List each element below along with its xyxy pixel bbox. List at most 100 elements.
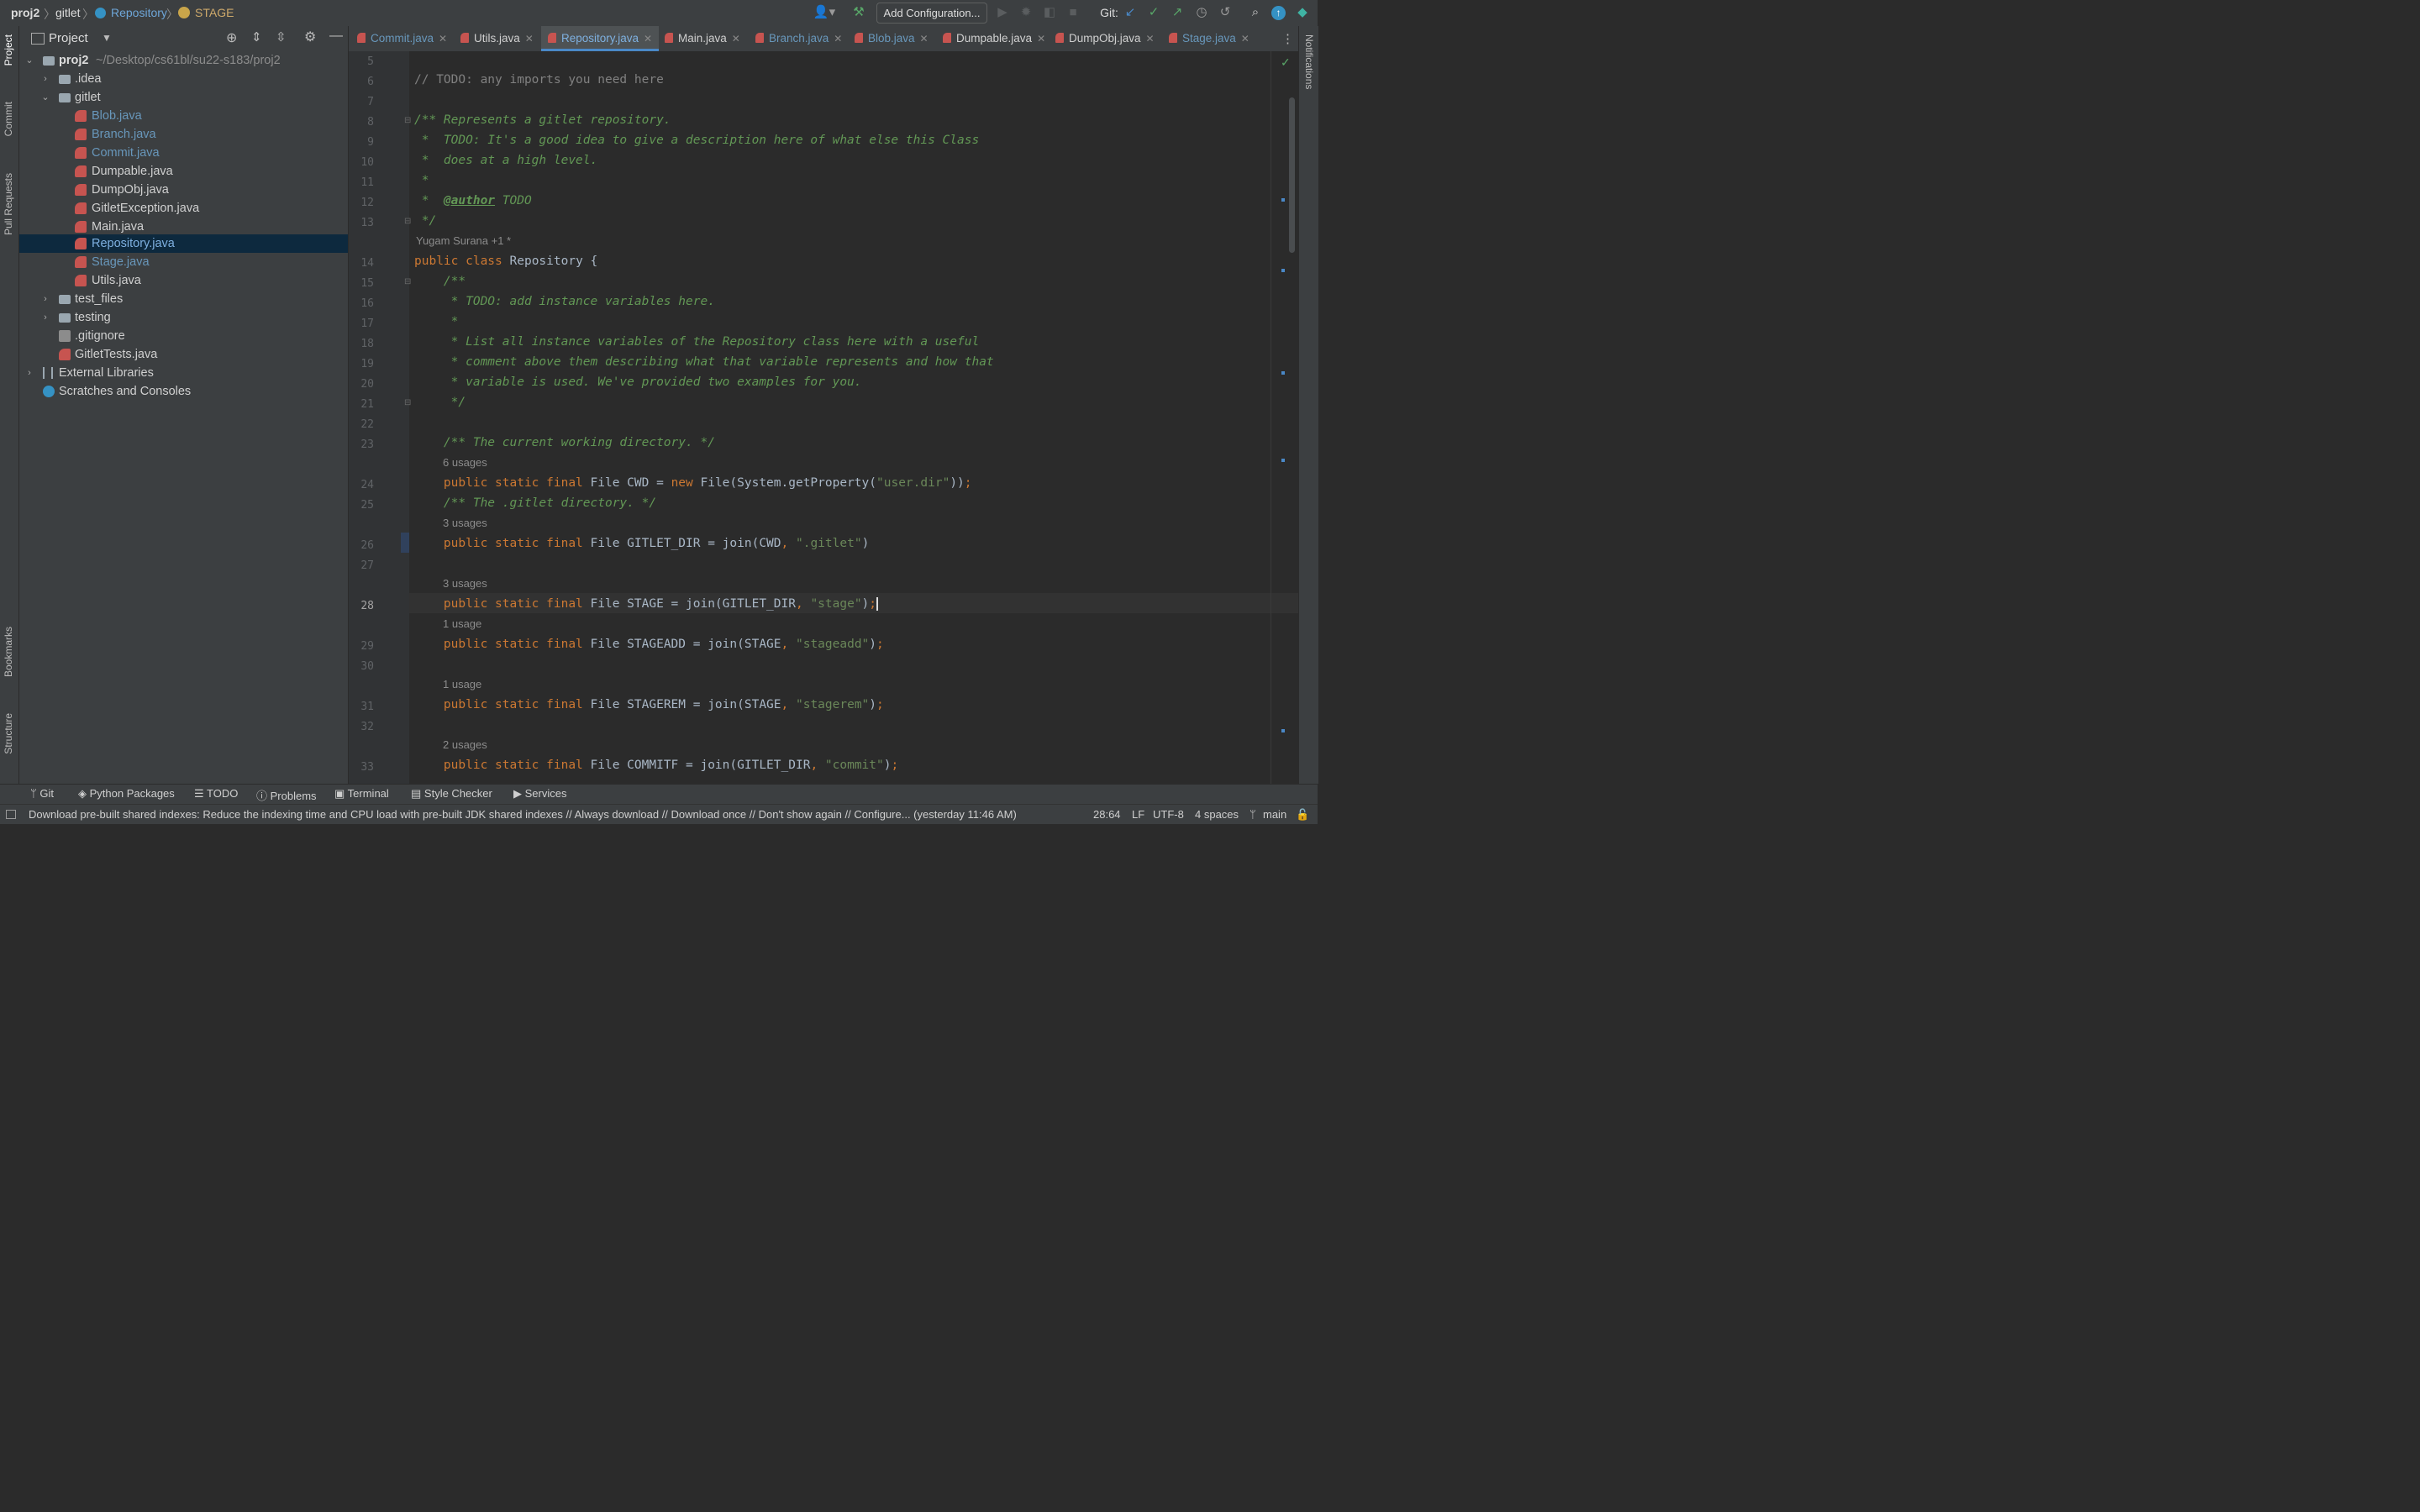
code-editor[interactable]: 5 6 7 8 9 10 11 12 13 14 15 16 17 18 19 …: [349, 51, 1298, 784]
fold-icon[interactable]: ⊟: [404, 277, 411, 286]
add-configuration-button[interactable]: Add Configuration...: [876, 3, 987, 24]
breadcrumb-repository[interactable]: Repository: [111, 6, 167, 19]
tab-commit[interactable]: Commit.java ✕: [357, 26, 447, 51]
history-icon[interactable]: ◷: [1193, 3, 1210, 22]
chevron-down-icon[interactable]: ⌄: [24, 51, 34, 70]
problems-tool-button[interactable]: ⓘ Problems: [256, 787, 317, 803]
tree-item-scratches[interactable]: Scratches and Consoles: [19, 382, 348, 401]
tab-dumpable[interactable]: Dumpable.java ✕: [943, 26, 1045, 51]
tree-item-gitletexception[interactable]: GitletException.java: [19, 199, 348, 218]
close-icon[interactable]: ✕: [525, 33, 534, 45]
lock-icon[interactable]: 🔓: [1296, 808, 1309, 822]
git-update-icon[interactable]: ↙: [1123, 3, 1138, 22]
tree-item-idea[interactable]: › .idea: [19, 70, 348, 88]
usages-hint[interactable]: 6 usages: [443, 453, 487, 473]
minimize-icon[interactable]: —: [329, 29, 343, 44]
tab-main[interactable]: Main.java ✕: [665, 26, 740, 51]
services-tool-button[interactable]: ▶ Services: [513, 787, 566, 801]
gear-icon[interactable]: ⚙: [304, 29, 316, 45]
tree-item-gitignore[interactable]: .gitignore: [19, 327, 348, 345]
chevron-down-icon[interactable]: ⌄: [40, 88, 50, 107]
tree-item-utils[interactable]: Utils.java: [19, 271, 348, 290]
close-icon[interactable]: ✕: [920, 33, 929, 45]
project-view-selector[interactable]: Project: [49, 31, 88, 45]
tree-item-test-files[interactable]: › test_files: [19, 290, 348, 308]
tab-utils[interactable]: Utils.java ✕: [460, 26, 534, 51]
vertical-scrollbar[interactable]: [1289, 97, 1295, 253]
collapse-all-icon[interactable]: ⇳: [276, 29, 287, 45]
tab-dumpobj[interactable]: DumpObj.java ✕: [1055, 26, 1155, 51]
tab-stage[interactable]: Stage.java ✕: [1169, 26, 1249, 51]
usages-hint[interactable]: 1 usage: [443, 675, 481, 695]
locate-icon[interactable]: ⊕: [226, 29, 237, 46]
tree-item-gitlettests[interactable]: GitletTests.java: [19, 345, 348, 364]
close-icon[interactable]: ✕: [834, 33, 842, 45]
usages-hint[interactable]: 1 usage: [443, 614, 481, 634]
usages-hint[interactable]: 3 usages: [443, 513, 487, 533]
tree-item-commit[interactable]: Commit.java: [19, 144, 348, 162]
tab-branch[interactable]: Branch.java ✕: [755, 26, 842, 51]
tree-item-branch[interactable]: Branch.java: [19, 125, 348, 144]
breadcrumb-proj2[interactable]: proj2: [11, 6, 39, 19]
usages-hint[interactable]: 2 usages: [443, 735, 487, 755]
line-separator[interactable]: LF: [1132, 808, 1144, 821]
tab-blob[interactable]: Blob.java ✕: [855, 26, 929, 51]
no-problems-check-icon[interactable]: ✓: [1281, 55, 1291, 70]
tree-item-stage[interactable]: Stage.java: [19, 253, 348, 271]
more-tabs-icon[interactable]: ⋮: [1281, 31, 1294, 46]
close-icon[interactable]: ✕: [1241, 33, 1249, 45]
tree-item-gitlet[interactable]: ⌄ gitlet: [19, 88, 348, 107]
git-tool-button[interactable]: ᛘ Git: [30, 787, 54, 800]
build-hammer-icon[interactable]: ⚒: [850, 3, 867, 22]
git-push-icon[interactable]: ↗: [1170, 3, 1185, 22]
caret-position[interactable]: 28:64: [1093, 808, 1121, 821]
git-commit-icon[interactable]: ✓: [1146, 3, 1161, 22]
terminal-tool-button[interactable]: ▣ Terminal: [334, 787, 389, 801]
breadcrumb-gitlet[interactable]: gitlet: [55, 6, 81, 19]
fold-icon[interactable]: ⊟: [404, 398, 411, 407]
close-icon[interactable]: ✕: [1146, 33, 1155, 45]
tree-item-repository[interactable]: Repository.java: [19, 234, 348, 253]
file-encoding[interactable]: UTF-8: [1153, 808, 1184, 821]
user-icon[interactable]: 👤▾: [812, 3, 837, 22]
tree-item-main[interactable]: Main.java: [19, 218, 348, 236]
pull-requests-tool-tab[interactable]: Pull Requests: [3, 173, 14, 235]
expand-all-icon[interactable]: ⇕: [251, 29, 262, 45]
style-checker-tool-button[interactable]: ▤ Style Checker: [411, 787, 492, 801]
chevron-right-icon[interactable]: ›: [40, 308, 50, 327]
stop-icon[interactable]: ■: [1065, 3, 1081, 22]
todo-tool-button[interactable]: ☰ TODO: [194, 787, 238, 801]
git-branch[interactable]: main: [1263, 808, 1286, 821]
status-message[interactable]: Download pre-built shared indexes: Reduc…: [29, 808, 1017, 821]
project-tool-tab[interactable]: Project: [3, 34, 14, 66]
rollback-icon[interactable]: ↺: [1217, 3, 1234, 22]
notifications-tool-tab[interactable]: Notifications: [1303, 34, 1315, 89]
author-hint[interactable]: Yugam Surana +1 *: [416, 231, 511, 251]
chevron-down-icon[interactable]: ▼: [102, 32, 112, 44]
search-icon[interactable]: ⌕: [1247, 3, 1264, 22]
tree-item-dumpobj[interactable]: DumpObj.java: [19, 181, 348, 199]
run-icon[interactable]: ▶: [995, 3, 1010, 22]
tree-item-testing[interactable]: › testing: [19, 308, 348, 327]
usages-hint[interactable]: 3 usages: [443, 574, 487, 594]
structure-tool-tab[interactable]: Structure: [3, 713, 14, 754]
bookmarks-tool-tab[interactable]: Bookmarks: [3, 627, 14, 677]
coverage-icon[interactable]: ◧: [1042, 3, 1057, 22]
chevron-right-icon[interactable]: ›: [24, 364, 34, 382]
indent-setting[interactable]: 4 spaces: [1195, 808, 1239, 821]
toggle-tool-windows-icon[interactable]: [6, 810, 16, 819]
fold-icon[interactable]: ⊟: [404, 116, 411, 125]
tree-item-blob[interactable]: Blob.java: [19, 107, 348, 125]
chevron-right-icon[interactable]: ›: [40, 290, 50, 308]
tree-item-external-libraries[interactable]: › External Libraries: [19, 364, 348, 382]
debug-icon[interactable]: ✹: [1018, 3, 1034, 22]
update-available-icon[interactable]: ↑: [1271, 6, 1286, 20]
fold-icon[interactable]: ⊟: [404, 217, 411, 226]
close-icon[interactable]: ✕: [1037, 33, 1045, 45]
close-icon[interactable]: ✕: [439, 33, 447, 45]
jetbrains-toolbox-icon[interactable]: ◆: [1295, 3, 1310, 22]
close-icon[interactable]: ✕: [732, 33, 740, 45]
commit-tool-tab[interactable]: Commit: [3, 102, 14, 136]
tab-repository[interactable]: Repository.java ✕: [541, 26, 660, 51]
breadcrumb-stage[interactable]: STAGE: [195, 6, 234, 19]
